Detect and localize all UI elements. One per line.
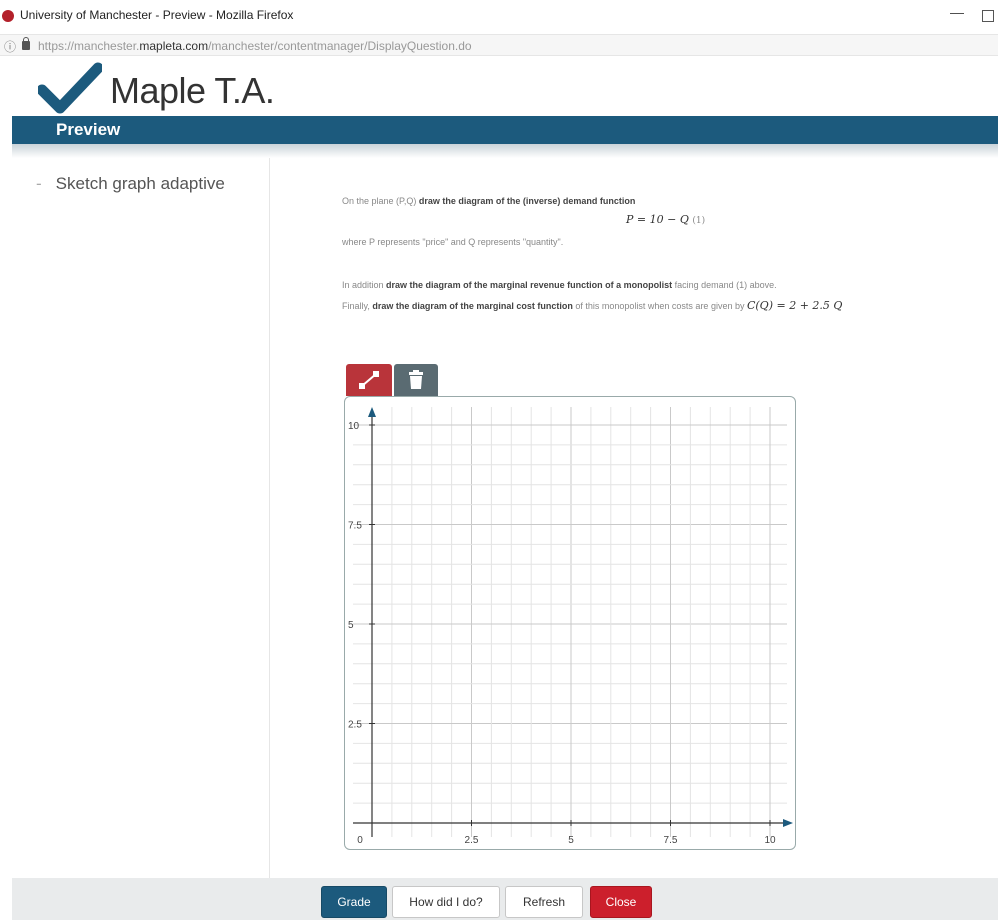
question-text: of this monopolist when costs are given …	[572, 301, 747, 311]
preview-title: Preview	[56, 120, 121, 139]
lock-icon	[22, 37, 30, 50]
sidebar-item-sketch-graph-adaptive[interactable]: - Sketch graph adaptive	[36, 174, 225, 194]
y-tick-label: 5	[348, 620, 354, 631]
graph-canvas[interactable]: 0 2.5 5 7.5 10 2.5 5 7.5 10	[344, 396, 796, 850]
trash-icon	[409, 370, 423, 389]
minimize-icon[interactable]: —	[950, 4, 964, 20]
header-shadow	[12, 144, 998, 158]
question-line-3: In addition draw the diagram of the marg…	[342, 280, 777, 290]
question-line-4: Finally, draw the diagram of the margina…	[342, 299, 842, 312]
how-did-i-do-button[interactable]: How did I do?	[392, 886, 500, 918]
question-line-2: where P represents "price" and Q represe…	[342, 237, 564, 247]
question-emphasis: draw the diagram of the marginal revenue…	[386, 280, 673, 290]
graph-plot[interactable]: 0 2.5 5 7.5 10 2.5 5 7.5 10	[345, 397, 796, 850]
draw-line-button[interactable]	[346, 364, 392, 396]
x-tick-label: 2.5	[465, 835, 479, 846]
close-button[interactable]: Close	[590, 886, 652, 918]
grade-button[interactable]: Grade	[321, 886, 387, 918]
refresh-button[interactable]: Refresh	[505, 886, 583, 918]
equation-tag: (1)	[692, 216, 706, 226]
x-tick-label: 5	[568, 835, 574, 846]
demand-equation: P = 10 − Q (1)	[626, 213, 705, 226]
sidebar-item-label: Sketch graph adaptive	[55, 174, 225, 193]
question-line-1: On the plane (P,Q) draw the diagram of t…	[342, 196, 635, 206]
line-draw-icon	[359, 371, 379, 389]
maximize-icon[interactable]	[982, 10, 994, 22]
url-text[interactable]: https://manchester.mapleta.com/mancheste…	[38, 39, 472, 53]
url-host: mapleta.com	[139, 39, 209, 53]
y-tick-label: 7.5	[348, 521, 362, 532]
question-text: facing demand (1) above.	[672, 280, 777, 290]
y-tick-label: 10	[348, 421, 360, 432]
cost-equation: C(Q) = 2 + 2.5 Q	[746, 299, 843, 312]
equation-text: P = 10 − Q	[626, 213, 689, 226]
x-tick-label: 0	[357, 835, 363, 846]
logo-text: Maple T.A.	[110, 70, 275, 111]
question-emphasis: draw the diagram of the (inverse) demand…	[418, 196, 636, 206]
y-tick-label: 2.5	[348, 720, 362, 731]
checkmark-logo-icon	[38, 62, 102, 114]
url-path: /manchester/contentmanager/DisplayQuesti…	[208, 39, 472, 53]
window-title: University of Manchester - Preview - Moz…	[20, 8, 294, 22]
question-text: Finally,	[342, 301, 373, 311]
x-axis-arrow	[783, 819, 793, 827]
address-bar[interactable]: ⓘ https://manchester.mapleta.com/manches…	[0, 34, 998, 56]
question-emphasis: draw the diagram of the marginal cost fu…	[372, 301, 573, 311]
y-axis-arrow	[368, 407, 376, 417]
preview-header: Preview	[12, 116, 998, 144]
info-icon[interactable]: ⓘ	[4, 38, 16, 55]
question-text: On the plane (P,Q)	[342, 196, 419, 206]
browser-titlebar: University of Manchester - Preview - Moz…	[0, 0, 998, 32]
firefox-icon	[2, 10, 14, 22]
x-tick-label: 7.5	[664, 835, 678, 846]
delete-button[interactable]	[394, 364, 438, 396]
sidebar: - Sketch graph adaptive	[12, 158, 270, 878]
url-prefix: https://manchester.	[38, 39, 140, 53]
question-text: In addition	[342, 280, 387, 290]
x-tick-label: 10	[764, 835, 776, 846]
